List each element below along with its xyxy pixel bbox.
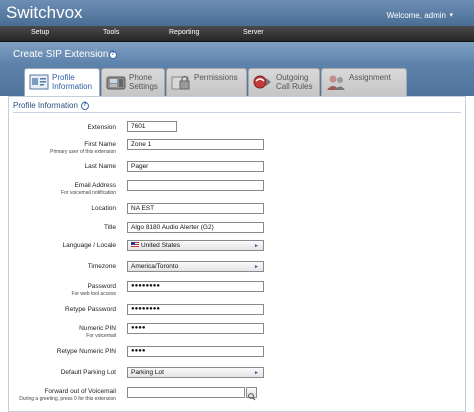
tab-label: Assignment [349, 73, 391, 82]
tab-label: Outgoing [276, 73, 309, 82]
retype-pin-field[interactable]: ●●●● [127, 346, 264, 357]
retype-password-label: Retype Password [65, 306, 116, 313]
title-label: Title [103, 224, 116, 231]
select-arrow-icon: ► [254, 243, 259, 249]
retype-pin-label: Retype Numeric PIN [56, 348, 116, 355]
divider [13, 112, 461, 113]
nav-setup[interactable]: Setup [31, 29, 49, 36]
call-rules-icon [253, 75, 271, 89]
language-label: Language / Locale [62, 242, 117, 249]
email-hint: For voicemail notification [60, 190, 116, 196]
phone-icon [106, 76, 126, 90]
tab-label: Permissions [194, 73, 238, 82]
pin-field[interactable]: ●●●● [127, 323, 264, 334]
retype-password-field[interactable]: ●●●●●●●● [127, 304, 264, 315]
tab-permissions[interactable]: Permissions [166, 68, 247, 96]
chevron-down-icon[interactable]: ▾ [449, 11, 453, 19]
page-title: Create SIP Extension [13, 49, 109, 60]
page-titlebar: Create SIP Extension ? [0, 42, 474, 64]
forward-vm-label: Forward out of Voicemail [44, 388, 116, 395]
profile-form-panel: Profile Information ? Extension 7601 Fir… [8, 96, 466, 412]
tab-outgoing-call-rules[interactable]: Outgoing Call Rules [248, 68, 320, 96]
tab-label: Information [52, 82, 93, 91]
app-header: Switchvox Welcome, admin ▾ [0, 0, 474, 26]
lock-folder-icon [171, 75, 190, 90]
tab-label: Settings [129, 82, 158, 91]
us-flag-icon [131, 242, 139, 247]
parking-lot-label: Default Parking Lot [60, 369, 116, 376]
location-label: Location [91, 205, 116, 212]
timezone-value: America/Toronto [131, 263, 179, 270]
forward-vm-field[interactable] [127, 387, 245, 398]
first-name-label: First Name [84, 141, 116, 148]
nav-tools[interactable]: Tools [103, 29, 119, 36]
search-icon [248, 393, 256, 401]
tab-assignment[interactable]: Assignment [321, 68, 407, 96]
nav-server[interactable]: Server [243, 29, 264, 36]
timezone-select[interactable]: America/Toronto ► [127, 261, 264, 272]
password-hint: For web tool access [71, 291, 116, 297]
section-title: Profile Information [13, 101, 78, 110]
password-label: Password [87, 283, 116, 290]
parking-lot-select[interactable]: Parking Lot ► [127, 367, 264, 378]
tab-label: Profile [52, 73, 75, 82]
help-icon[interactable]: ? [81, 102, 89, 110]
first-name-hint: Primary user of this extension [50, 149, 116, 155]
select-arrow-icon: ► [254, 264, 259, 270]
tab-label: Phone [129, 73, 153, 82]
app-logo: Switchvox [6, 3, 83, 22]
location-field[interactable]: NA EST [127, 203, 264, 214]
password-field[interactable]: ●●●●●●●● [127, 281, 264, 292]
tab-bar: Profile Information Phone Settings Permiss… [0, 64, 474, 97]
profile-card-icon [29, 74, 49, 90]
language-value: United States [141, 242, 181, 249]
tab-phone-settings[interactable]: Phone Settings [101, 68, 165, 96]
search-button[interactable] [246, 387, 257, 401]
last-name-label: Last Name [84, 163, 116, 170]
parking-lot-value: Parking Lot [131, 369, 164, 376]
last-name-field[interactable]: Pager [127, 161, 264, 172]
nav-reporting[interactable]: Reporting [169, 29, 199, 36]
extension-field[interactable]: 7601 [127, 121, 177, 132]
first-name-field[interactable]: Zone 1 [127, 139, 264, 150]
welcome-menu[interactable]: Welcome, admin [387, 11, 446, 20]
extension-label: Extension [87, 124, 116, 131]
main-nav: Setup Tools Reporting Server [0, 26, 474, 42]
pin-hint: For voicemail [86, 333, 116, 339]
tab-profile-information[interactable]: Profile Information [24, 68, 100, 97]
language-select[interactable]: United States ► [127, 240, 264, 251]
select-arrow-icon: ► [254, 370, 259, 376]
email-label: Email Address [74, 182, 116, 189]
pin-label: Numeric PIN [79, 325, 116, 332]
email-field[interactable] [127, 180, 264, 191]
forward-vm-hint: During a greeting, press 0 for this exte… [19, 396, 116, 402]
users-icon [327, 75, 345, 90]
help-icon[interactable]: ? [109, 51, 117, 59]
tab-label: Call Rules [276, 82, 313, 91]
title-field[interactable]: Algo 8180 Audio Alerter (G2) [127, 222, 264, 233]
timezone-label: Timezone [87, 263, 116, 270]
